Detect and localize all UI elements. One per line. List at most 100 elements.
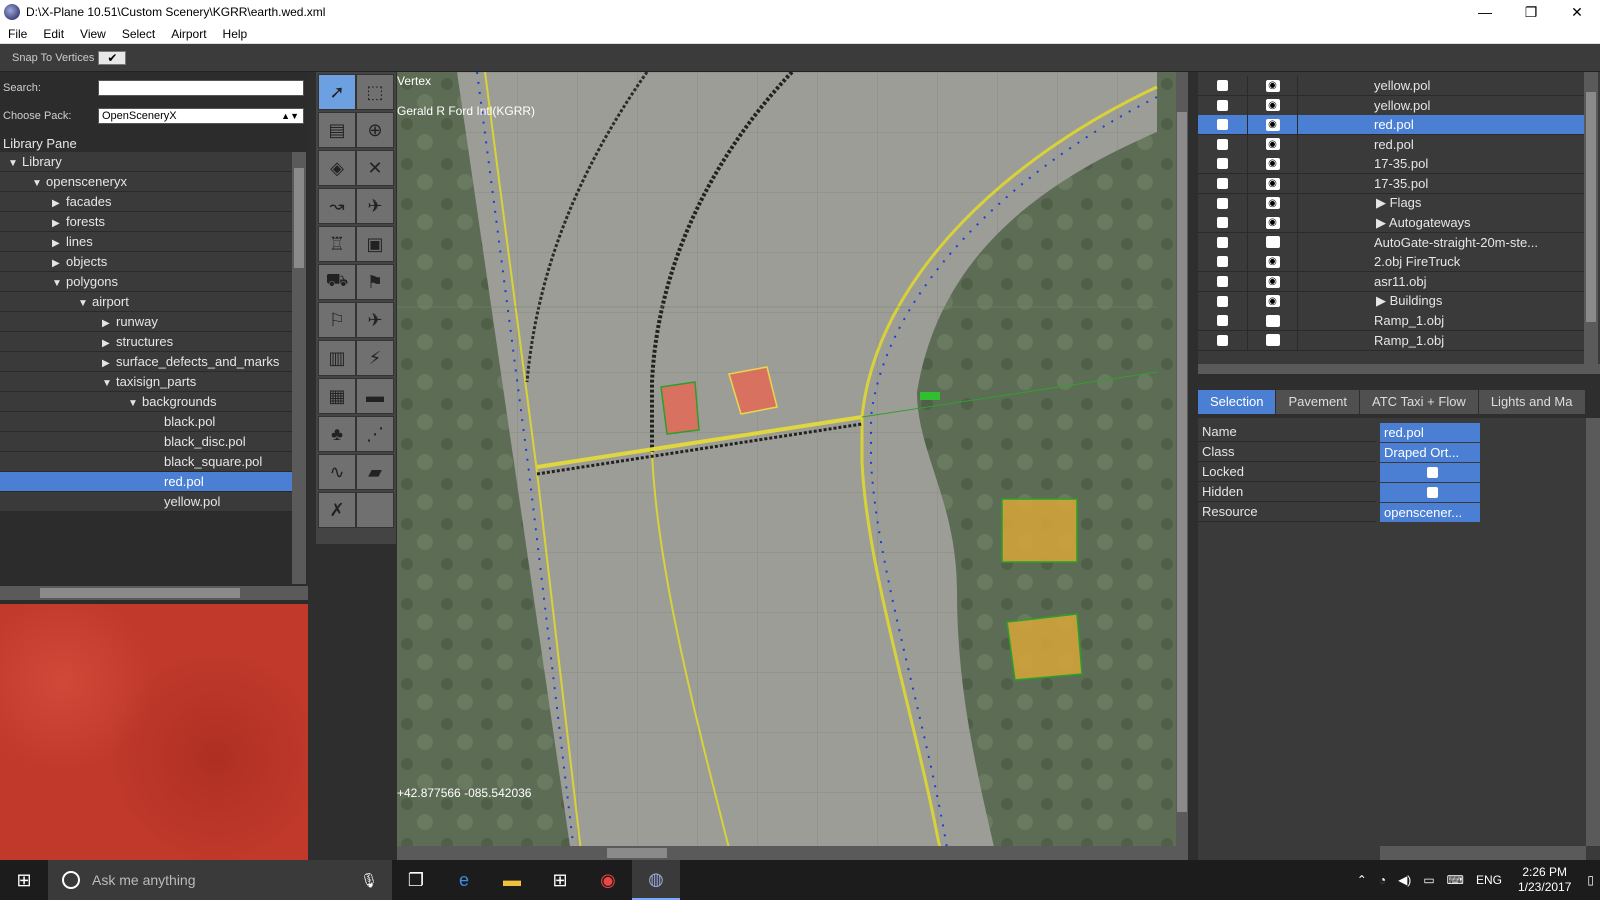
library-item[interactable]: ▼ polygons xyxy=(0,272,292,292)
ramp-start-tool-icon[interactable]: ⛟ xyxy=(318,264,356,300)
visibility-toggle[interactable]: ◉ xyxy=(1248,173,1298,194)
map-hscrollbar[interactable] xyxy=(397,846,1188,860)
library-item[interactable]: ▼ airport xyxy=(0,292,292,312)
expanded-triangle-icon[interactable]: ▼ xyxy=(32,174,42,193)
collapsed-triangle-icon[interactable]: ▶ xyxy=(52,234,62,253)
lock-toggle[interactable] xyxy=(1198,153,1248,174)
map-view[interactable]: Vertex Gerald R Ford Intl(KGRR) +42.8775… xyxy=(397,72,1188,860)
hierarchy-row[interactable]: ◉ 17-35.pol xyxy=(1198,153,1584,175)
scroll-thumb[interactable] xyxy=(1177,112,1187,812)
boundary-tool-icon[interactable]: ✕ xyxy=(356,150,394,186)
library-item[interactable]: red.pol xyxy=(0,472,292,492)
forest-tool-icon[interactable]: ♣ xyxy=(318,416,356,452)
prop-name-value[interactable]: red.pol xyxy=(1380,422,1480,442)
library-scrollbar[interactable] xyxy=(292,152,306,584)
library-item[interactable]: black_square.pol xyxy=(0,452,292,472)
search-input[interactable] xyxy=(98,80,304,96)
hierarchy-row[interactable]: ◉ red.pol xyxy=(1198,114,1584,136)
menu-edit[interactable]: Edit xyxy=(35,27,72,41)
scroll-thumb[interactable] xyxy=(1586,92,1596,322)
visibility-toggle[interactable] xyxy=(1248,330,1298,351)
scroll-thumb[interactable] xyxy=(40,588,240,598)
taxiway-tool-icon[interactable]: ◈ xyxy=(318,150,356,186)
facade-tool-icon[interactable]: ▥ xyxy=(318,340,356,376)
pack-select[interactable]: OpenSceneryX ▲▼ xyxy=(98,108,304,124)
library-item[interactable]: ▶ surface_defects_and_marks xyxy=(0,352,292,372)
visibility-toggle[interactable]: ◉ xyxy=(1248,212,1298,233)
library-item[interactable]: ▼ taxisign_parts xyxy=(0,372,292,392)
collapsed-triangle-icon[interactable]: ▶ xyxy=(52,194,62,213)
library-item[interactable]: ▶ runway xyxy=(0,312,292,332)
hierarchy-row[interactable]: ◉ yellow.pol xyxy=(1198,95,1584,116)
sign-tool-icon[interactable]: ▣ xyxy=(356,226,394,262)
chevron-up-icon[interactable]: ⌃ xyxy=(1351,873,1373,887)
lock-toggle[interactable] xyxy=(1198,193,1248,214)
lock-toggle[interactable] xyxy=(1198,114,1248,135)
visibility-toggle[interactable]: ◉ xyxy=(1248,193,1298,214)
light-tool-icon[interactable]: ✈ xyxy=(356,188,394,224)
visibility-toggle[interactable]: ◉ xyxy=(1248,251,1298,272)
action-center-icon[interactable]: ▯ xyxy=(1581,873,1600,887)
chrome-icon[interactable]: ◉ xyxy=(584,860,632,900)
hierarchy-row[interactable]: Ramp_1.obj xyxy=(1198,310,1584,332)
wed-app-icon[interactable]: ◍ xyxy=(632,860,680,900)
hierarchy-row[interactable]: ◉ 2.obj FireTruck xyxy=(1198,251,1584,273)
close-button[interactable]: ✕ xyxy=(1554,0,1600,24)
library-item[interactable]: ▶ objects xyxy=(0,252,292,272)
hierarchy-vscrollbar[interactable] xyxy=(1584,72,1598,364)
map-vscrollbar[interactable] xyxy=(1176,72,1188,846)
library-item[interactable]: ▶ structures xyxy=(0,332,292,352)
visibility-toggle[interactable]: ◉ xyxy=(1248,153,1298,174)
hierarchy-row[interactable]: ◉ ▶ Flags xyxy=(1198,193,1584,214)
property-vscrollbar[interactable] xyxy=(1586,418,1600,846)
visibility-toggle[interactable] xyxy=(1248,232,1298,253)
collapsed-triangle-icon[interactable]: ▶ xyxy=(102,334,112,353)
property-hscrollbar[interactable] xyxy=(1380,846,1586,860)
visibility-toggle[interactable] xyxy=(1248,310,1298,331)
hierarchy-hscrollbar[interactable] xyxy=(1198,364,1600,374)
tab-pavement[interactable]: Pavement xyxy=(1276,390,1361,414)
lock-toggle[interactable] xyxy=(1198,134,1248,155)
lock-toggle[interactable] xyxy=(1198,251,1248,272)
hierarchy-row[interactable]: ◉ 17-35.pol xyxy=(1198,173,1584,194)
minimize-button[interactable]: — xyxy=(1462,0,1508,24)
microphone-icon[interactable]: 🎙 xyxy=(360,872,378,889)
visibility-toggle[interactable]: ◉ xyxy=(1248,271,1298,292)
vertex-tool-icon[interactable]: ➚ xyxy=(318,74,356,110)
edge-icon[interactable]: e xyxy=(440,860,488,900)
hierarchy-row[interactable]: ◉ ▶ Autogateways xyxy=(1198,212,1584,234)
tab-atc-taxi-flow[interactable]: ATC Taxi + Flow xyxy=(1360,390,1479,414)
collapsed-triangle-icon[interactable]: ▶ xyxy=(102,354,112,373)
volume-icon[interactable]: ◀) xyxy=(1392,873,1417,887)
prop-hidden-value[interactable] xyxy=(1380,482,1480,502)
library-item[interactable]: ▶ lines xyxy=(0,232,292,252)
tower-viewpoint-tool-icon[interactable]: ⚐ xyxy=(318,302,356,338)
prop-locked-value[interactable] xyxy=(1380,462,1480,482)
building-tool-icon[interactable]: ▦ xyxy=(318,378,356,414)
visibility-toggle[interactable]: ◉ xyxy=(1248,114,1298,135)
visibility-toggle[interactable]: ◉ xyxy=(1248,75,1298,96)
atc-tool-icon[interactable]: ⚡ xyxy=(356,340,394,376)
hierarchy-row[interactable]: AutoGate-straight-20m-ste... xyxy=(1198,232,1584,253)
task-view-icon[interactable]: ❐ xyxy=(392,860,440,900)
lock-toggle[interactable] xyxy=(1198,291,1248,312)
exclusion-tool-icon[interactable]: ✗ xyxy=(318,492,356,528)
clock[interactable]: 2:26 PM 1/23/2017 xyxy=(1508,865,1581,895)
menu-help[interactable]: Help xyxy=(215,27,256,41)
object-tool-icon[interactable]: ▬ xyxy=(356,378,394,414)
collapsed-triangle-icon[interactable]: ▶ xyxy=(52,214,62,233)
hierarchy-row[interactable]: ◉ ▶ Buildings xyxy=(1198,291,1584,312)
expanded-triangle-icon[interactable]: ▼ xyxy=(128,394,138,413)
library-item[interactable]: yellow.pol xyxy=(0,492,292,512)
prop-resource-value[interactable]: openscener... xyxy=(1380,502,1480,522)
lock-toggle[interactable] xyxy=(1198,173,1248,194)
string-tool-icon[interactable]: ⋰ xyxy=(356,416,394,452)
polygon-tool-icon[interactable]: ▰ xyxy=(356,454,394,490)
hierarchy-row[interactable]: ◉ asr11.obj xyxy=(1198,271,1584,292)
lock-toggle[interactable] xyxy=(1198,95,1248,116)
menu-select[interactable]: Select xyxy=(114,27,163,41)
expanded-triangle-icon[interactable]: ▼ xyxy=(78,294,88,313)
tab-selection[interactable]: Selection xyxy=(1198,390,1277,414)
file-explorer-icon[interactable]: ▬ xyxy=(488,860,536,900)
library-item[interactable]: ▼ Library xyxy=(0,152,292,172)
